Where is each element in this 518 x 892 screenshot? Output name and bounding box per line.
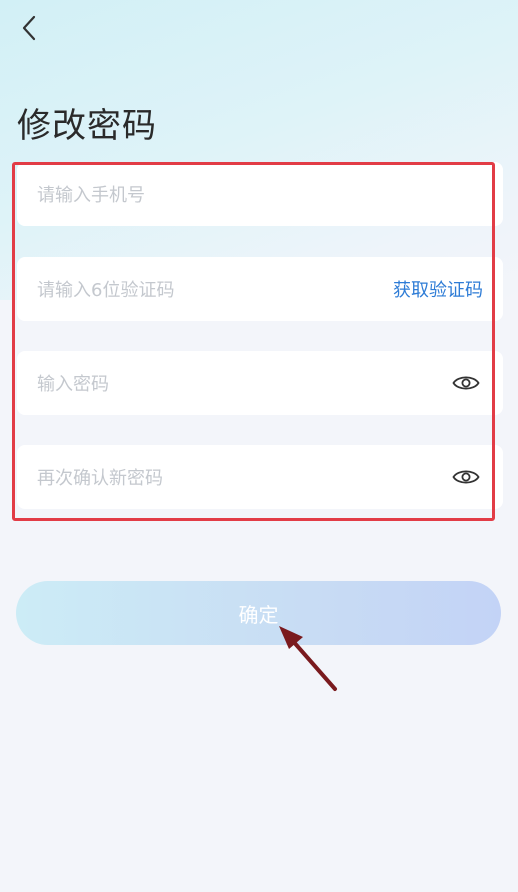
phone-input[interactable]: 请输入手机号 (37, 181, 483, 207)
password-visibility-toggle[interactable] (451, 372, 481, 394)
verification-code-input[interactable]: 请输入6位验证码 (37, 276, 393, 302)
password-field[interactable]: 输入密码 (17, 351, 503, 415)
confirm-password-visibility-toggle[interactable] (451, 466, 481, 488)
confirm-password-field[interactable]: 再次确认新密码 (17, 445, 503, 509)
eye-icon (452, 376, 480, 390)
get-code-button[interactable]: 获取验证码 (393, 276, 483, 302)
back-button[interactable] (14, 12, 44, 44)
confirm-password-input[interactable]: 再次确认新密码 (37, 464, 451, 490)
eye-icon (452, 470, 480, 484)
page-title: 修改密码 (17, 106, 157, 146)
phone-field[interactable]: 请输入手机号 (17, 162, 503, 226)
verification-code-field[interactable]: 请输入6位验证码 获取验证码 (17, 257, 503, 321)
chevron-left-icon (22, 15, 36, 41)
password-input[interactable]: 输入密码 (37, 370, 451, 396)
header-background (0, 0, 518, 300)
confirm-button[interactable]: 确定 (16, 581, 501, 645)
